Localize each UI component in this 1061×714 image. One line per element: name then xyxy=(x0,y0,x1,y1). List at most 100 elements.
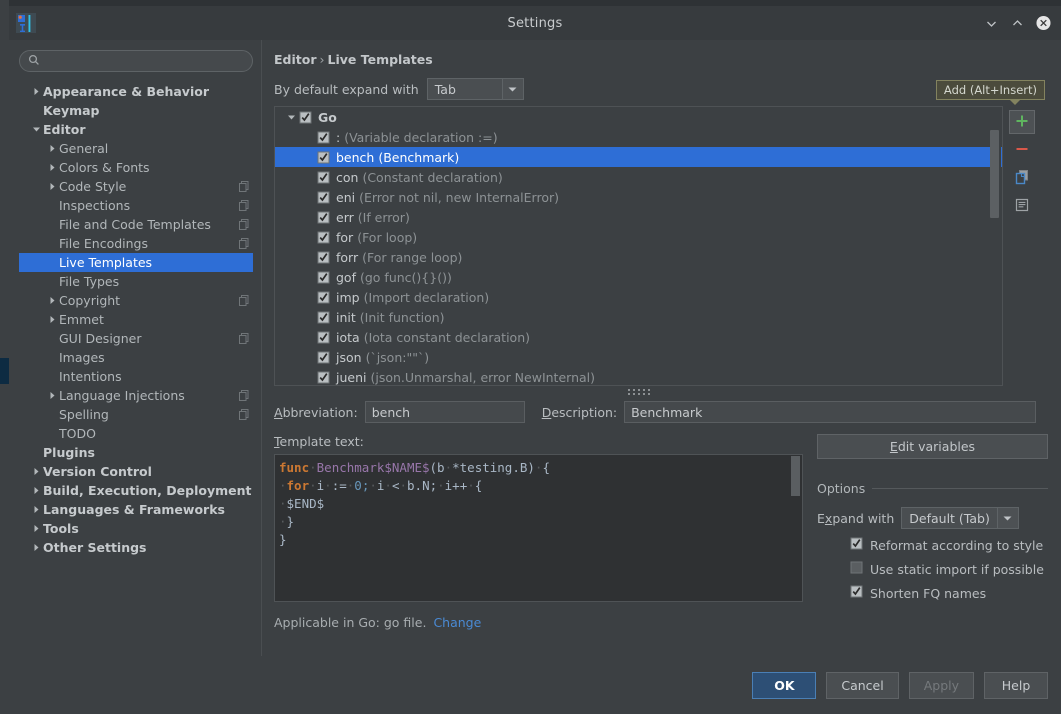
template-checkbox[interactable] xyxy=(317,191,330,204)
chevron-right-icon[interactable] xyxy=(29,543,43,552)
chevron-right-icon[interactable] xyxy=(45,182,59,191)
template-checkbox[interactable] xyxy=(317,371,330,384)
template-row[interactable]: con(Constant declaration) xyxy=(275,167,1002,187)
close-icon[interactable] xyxy=(1036,16,1051,31)
template-text-editor[interactable]: func·Benchmark$NAME$(b·*testing.B)·{·for… xyxy=(274,454,803,602)
template-group-button[interactable] xyxy=(1009,194,1035,218)
sidebar-item-live-templates[interactable]: Live Templates xyxy=(19,253,253,272)
option-checkbox-row[interactable]: Use static import if possible xyxy=(817,561,1048,577)
sidebar-item-other-settings[interactable]: Other Settings xyxy=(19,538,253,557)
abbreviation-input[interactable]: bench xyxy=(365,401,525,423)
template-checkbox[interactable] xyxy=(317,311,330,324)
chevron-right-icon[interactable] xyxy=(45,296,59,305)
sidebar-item-keymap[interactable]: Keymap xyxy=(19,101,253,120)
template-row[interactable]: init(Init function) xyxy=(275,307,1002,327)
template-checkbox[interactable] xyxy=(317,231,330,244)
splitter-handle[interactable] xyxy=(274,386,1003,398)
chevron-right-icon[interactable] xyxy=(29,524,43,533)
chevron-right-icon[interactable] xyxy=(29,505,43,514)
apply-button[interactable]: Apply xyxy=(909,672,974,699)
group-checkbox[interactable] xyxy=(299,111,312,124)
chevron-right-icon[interactable] xyxy=(45,315,59,324)
copy-template-button[interactable] xyxy=(1009,166,1035,190)
sidebar-item-file-and-code-templates[interactable]: File and Code Templates xyxy=(19,215,253,234)
sidebar-item-emmet[interactable]: Emmet xyxy=(19,310,253,329)
sidebar-item-spelling[interactable]: Spelling xyxy=(19,405,253,424)
sidebar-item-general[interactable]: General xyxy=(19,139,253,158)
checkbox-icon[interactable] xyxy=(850,537,863,553)
chevron-right-icon[interactable] xyxy=(29,467,43,476)
sidebar-item-version-control[interactable]: Version Control xyxy=(19,462,253,481)
sidebar-item-build-execution-deployment[interactable]: Build, Execution, Deployment xyxy=(19,481,253,500)
sidebar-item-todo[interactable]: TODO xyxy=(19,424,253,443)
checkbox-icon[interactable] xyxy=(850,585,863,601)
template-row[interactable]: jueni(json.Unmarshal, error NewInternal) xyxy=(275,367,1002,386)
template-checkbox[interactable] xyxy=(317,171,330,184)
settings-tree[interactable]: Appearance & BehaviorKeymapEditorGeneral… xyxy=(19,82,253,656)
sidebar-item-copyright[interactable]: Copyright xyxy=(19,291,253,310)
description-input[interactable]: Benchmark xyxy=(624,401,1036,423)
template-checkbox[interactable] xyxy=(317,131,330,144)
templates-list-scrollbar[interactable] xyxy=(990,108,1001,384)
sidebar-item-code-style[interactable]: Code Style xyxy=(19,177,253,196)
change-context-link[interactable]: Change xyxy=(433,615,481,630)
remove-template-button[interactable] xyxy=(1009,138,1035,162)
cancel-button[interactable]: Cancel xyxy=(826,672,898,699)
add-template-button[interactable] xyxy=(1009,110,1035,134)
expand-with-select[interactable]: Default (Tab) xyxy=(901,507,1019,529)
chevron-down-icon[interactable] xyxy=(29,125,43,134)
sidebar-item-language-injections[interactable]: Language Injections xyxy=(19,386,253,405)
search-input[interactable] xyxy=(46,54,244,68)
sidebar-item-tools[interactable]: Tools xyxy=(19,519,253,538)
option-checkbox-row[interactable]: Shorten FQ names xyxy=(817,585,1048,601)
help-button[interactable]: Help xyxy=(984,672,1048,699)
sidebar-item-appearance-behavior[interactable]: Appearance & Behavior xyxy=(19,82,253,101)
template-checkbox[interactable] xyxy=(317,211,330,224)
checkbox-icon[interactable] xyxy=(850,561,863,577)
sidebar-item-colors-fonts[interactable]: Colors & Fonts xyxy=(19,158,253,177)
template-row[interactable]: forr(For range loop) xyxy=(275,247,1002,267)
option-checkbox-row[interactable]: Reformat according to style xyxy=(817,537,1048,553)
template-checkbox[interactable] xyxy=(317,271,330,284)
sidebar-item-file-types[interactable]: File Types xyxy=(19,272,253,291)
template-checkbox[interactable] xyxy=(317,331,330,344)
chevron-right-icon[interactable] xyxy=(45,144,59,153)
templates-list[interactable]: Go:(Variable declaration :=)bench(Benchm… xyxy=(274,106,1003,386)
template-row[interactable]: json(`json:""`) xyxy=(275,347,1002,367)
chevron-right-icon[interactable] xyxy=(45,163,59,172)
template-row[interactable]: :(Variable declaration :=) xyxy=(275,127,1002,147)
template-row[interactable]: gof(go func(){}()) xyxy=(275,267,1002,287)
template-row[interactable]: err(If error) xyxy=(275,207,1002,227)
sidebar-item-file-encodings[interactable]: File Encodings xyxy=(19,234,253,253)
scrollbar-thumb[interactable] xyxy=(990,130,999,218)
sidebar-item-plugins[interactable]: Plugins xyxy=(19,443,253,462)
template-checkbox[interactable] xyxy=(317,291,330,304)
search-box[interactable] xyxy=(19,50,253,72)
scrollbar-thumb[interactable] xyxy=(791,456,800,496)
template-row[interactable]: bench(Benchmark) xyxy=(275,147,1002,167)
ok-button[interactable]: OK xyxy=(752,672,816,699)
sidebar-item-inspections[interactable]: Inspections xyxy=(19,196,253,215)
sidebar-item-languages-frameworks[interactable]: Languages & Frameworks xyxy=(19,500,253,519)
default-expand-select[interactable]: Tab xyxy=(427,78,524,100)
sidebar-item-gui-designer[interactable]: GUI Designer xyxy=(19,329,253,348)
template-row[interactable]: for(For loop) xyxy=(275,227,1002,247)
sidebar-item-intentions[interactable]: Intentions xyxy=(19,367,253,386)
chevron-right-icon[interactable] xyxy=(45,391,59,400)
maximize-icon[interactable] xyxy=(1010,16,1025,31)
template-row[interactable]: imp(Import declaration) xyxy=(275,287,1002,307)
template-checkbox[interactable] xyxy=(317,351,330,364)
edit-variables-button[interactable]: Edit variables xyxy=(817,434,1048,459)
chevron-right-icon[interactable] xyxy=(29,87,43,96)
template-row[interactable]: iota(Iota constant declaration) xyxy=(275,327,1002,347)
minimize-icon[interactable] xyxy=(984,16,999,31)
template-checkbox[interactable] xyxy=(317,151,330,164)
chevron-right-icon[interactable] xyxy=(29,486,43,495)
chevron-down-icon[interactable] xyxy=(283,113,299,122)
template-row[interactable]: eni(Error not nil, new InternalError) xyxy=(275,187,1002,207)
template-group-row[interactable]: Go xyxy=(275,107,1002,127)
sidebar-item-editor[interactable]: Editor xyxy=(19,120,253,139)
template-checkbox[interactable] xyxy=(317,251,330,264)
sidebar-item-images[interactable]: Images xyxy=(19,348,253,367)
code-editor-scrollbar[interactable] xyxy=(790,456,801,600)
